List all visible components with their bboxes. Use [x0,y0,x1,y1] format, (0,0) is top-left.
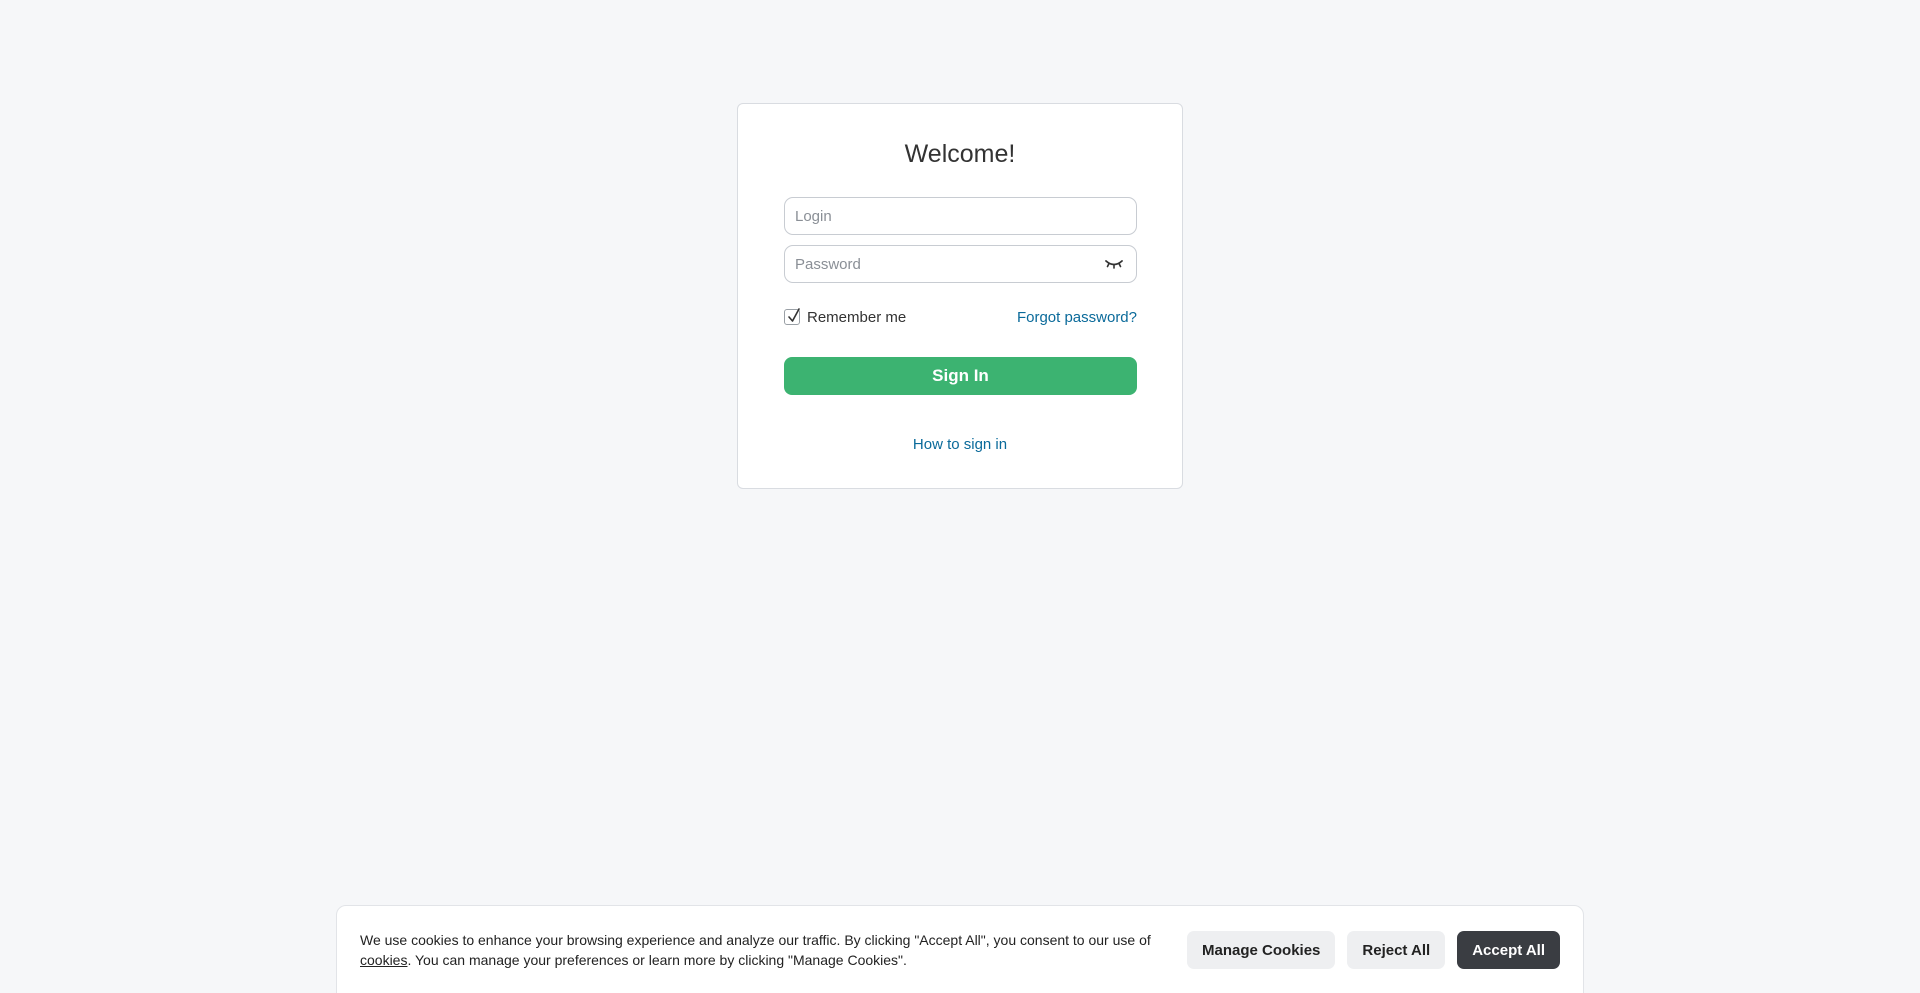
login-card: Welcome! Remem [737,103,1183,489]
accept-all-button[interactable]: Accept All [1457,931,1560,969]
cookies-link[interactable]: cookies [360,952,407,968]
manage-cookies-button[interactable]: Manage Cookies [1187,931,1336,969]
password-input[interactable] [785,246,1096,282]
login-options-row: Remember me Forgot password? [784,307,1137,327]
login-input[interactable] [785,198,1136,234]
cookie-banner: We use cookies to enhance your browsing … [336,905,1584,993]
login-title: Welcome! [904,140,1016,168]
cookie-message-text-start: We use cookies to enhance your browsing … [360,932,1151,948]
page: Welcome! Remem [0,0,1920,993]
sign-in-button[interactable]: Sign In [784,357,1137,395]
eye-closed-icon [1105,260,1123,269]
cookie-message-text-end: . You can manage your preferences or lea… [407,952,907,968]
password-toggle-button[interactable] [1096,246,1132,282]
how-to-sign-in-container: How to sign in [738,436,1182,454]
remember-me-control[interactable]: Remember me [784,308,907,326]
reject-all-button[interactable]: Reject All [1347,931,1446,969]
forgot-password-link[interactable]: Forgot password? [1017,309,1137,326]
cookie-message: We use cookies to enhance your browsing … [360,930,1180,970]
password-field[interactable] [784,245,1137,283]
remember-me-checkbox[interactable] [784,308,800,325]
remember-me-label: Remember me [807,308,907,326]
cookie-actions: Manage Cookies Reject All Accept All [1187,931,1560,969]
how-to-sign-in-link[interactable]: How to sign in [913,436,1007,453]
checkmark-icon [788,308,800,322]
login-field[interactable] [784,197,1137,235]
